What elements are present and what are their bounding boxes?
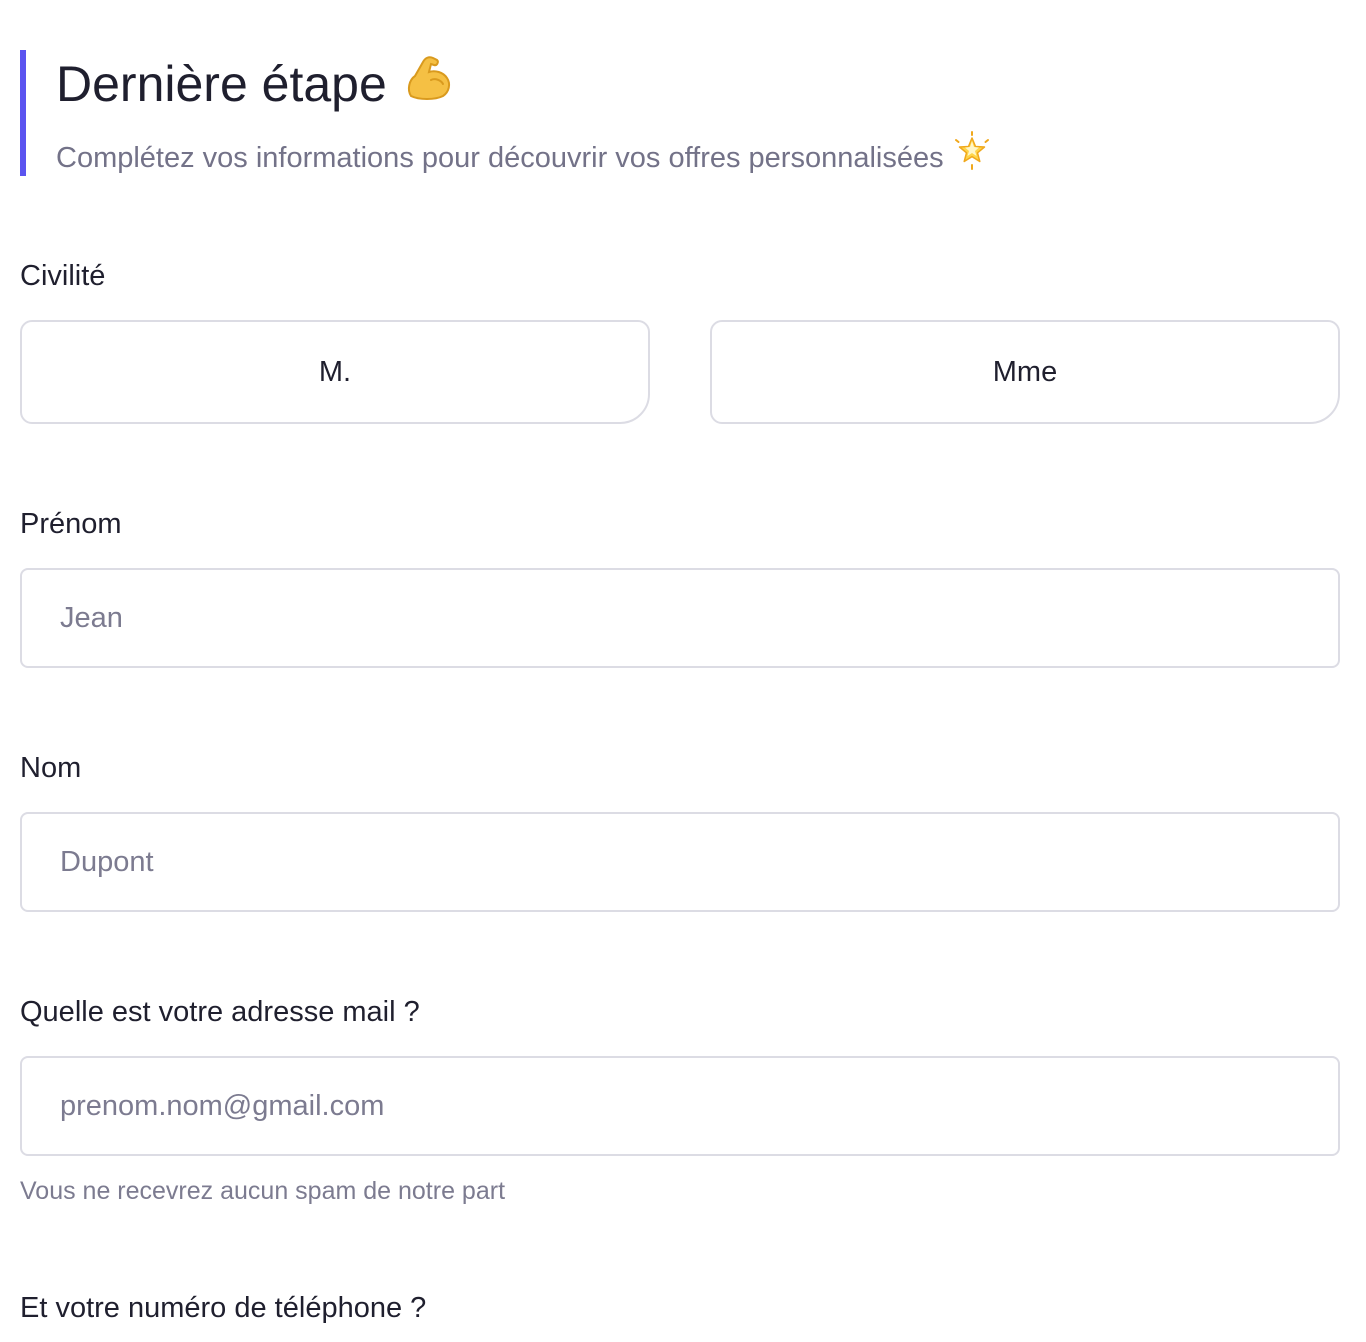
glowing-star-icon: [952, 131, 992, 182]
page-title-text: Dernière étape: [56, 56, 387, 112]
phone-label: Et votre numéro de téléphone ?: [20, 1292, 427, 1324]
step-header: Dernière étape Complétez vos information…: [20, 50, 989, 176]
civility-option-mme[interactable]: Mme: [710, 320, 1340, 424]
first-name-input[interactable]: [60, 570, 1300, 666]
email-input[interactable]: [60, 1058, 1300, 1154]
email-help-text: Vous ne recevrez aucun spam de notre par…: [20, 1177, 506, 1205]
first-name-field[interactable]: [20, 568, 1340, 668]
email-field[interactable]: [20, 1056, 1340, 1156]
page-subtitle-text: Complétez vos informations pour découvri…: [56, 142, 944, 175]
last-name-field[interactable]: [20, 812, 1340, 912]
last-name-input[interactable]: [60, 814, 1300, 910]
flexed-biceps-icon: [401, 50, 455, 117]
page-subtitle: Complétez vos informations pour découvri…: [56, 131, 992, 185]
last-name-label: Nom: [20, 752, 82, 784]
civility-label: Civilité: [20, 260, 106, 292]
civility-option-m[interactable]: M.: [20, 320, 650, 424]
first-name-label: Prénom: [20, 508, 122, 540]
email-label: Quelle est votre adresse mail ?: [20, 996, 420, 1028]
page-title: Dernière étape: [56, 54, 455, 121]
